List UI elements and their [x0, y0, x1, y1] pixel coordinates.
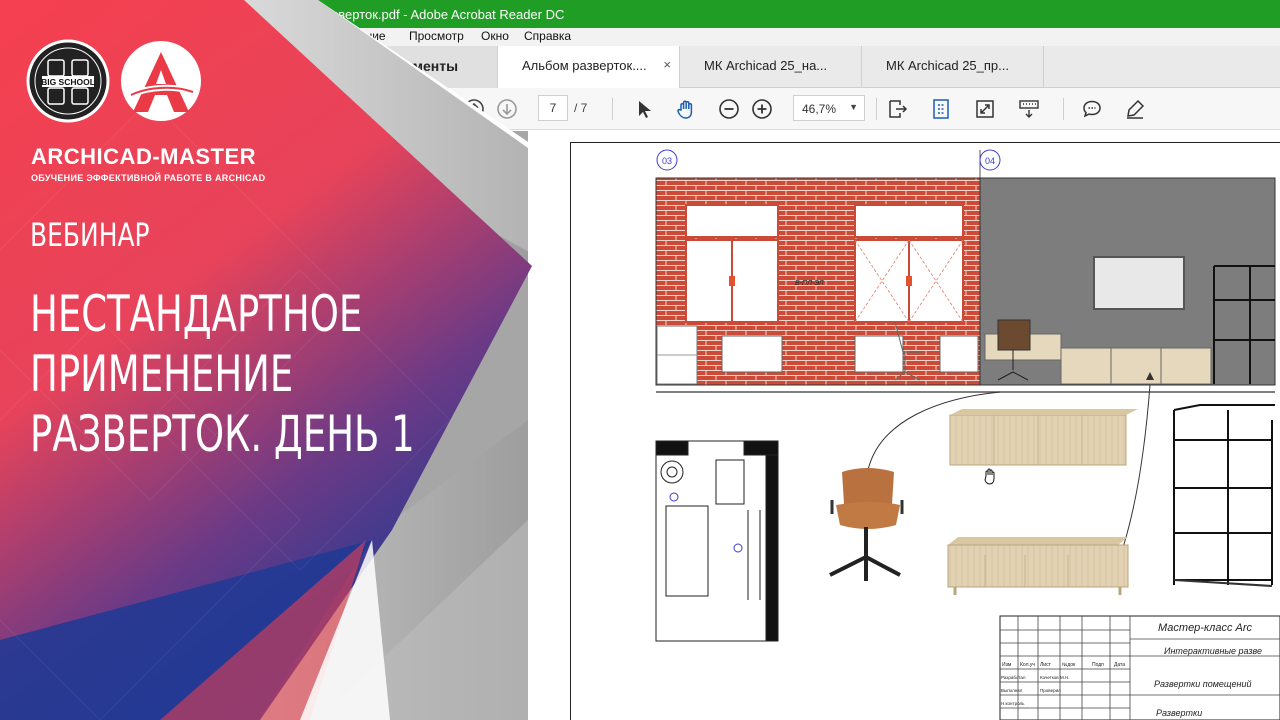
- title-block: Мастер-класс Arc Интерактивные разве Раз…: [999, 615, 1280, 720]
- tv-screen: [1093, 256, 1185, 310]
- stamp-col-5: Дата: [1114, 662, 1125, 668]
- stamp-last-row: Развертки: [1156, 708, 1202, 718]
- brand-subtitle: ОБУЧЕНИЕ ЭФФЕКТИВНОЙ РАБОТЕ В ARCHICAD: [31, 173, 266, 183]
- view-tag-left: 03: [656, 149, 678, 171]
- view-tag-right-label: 04: [985, 156, 995, 166]
- tv-stand-3d: [947, 537, 1129, 595]
- wall-label: В-ПЛ-ЭЛ: [795, 280, 824, 287]
- stamp-project: Мастер-класс Arc: [1158, 622, 1253, 634]
- webinar-label: ВЕБИНАР: [30, 216, 150, 254]
- stamp-person-3: Проверил: [1040, 688, 1061, 693]
- stamp-person-1: Кочетков М.Н.: [1040, 675, 1069, 680]
- desk-chair: [997, 319, 1031, 351]
- stamp-col-0: Изм: [1002, 662, 1012, 668]
- window-left: [685, 204, 779, 323]
- stamp-person-4: Н.контроль: [1001, 701, 1025, 706]
- stamp-col-1: Кол.уч: [1020, 662, 1035, 668]
- hand-cursor-icon: [984, 468, 995, 485]
- wall-cabinet-3d: [949, 409, 1138, 466]
- view-tag-left-label: 03: [662, 156, 672, 166]
- window-right: [854, 204, 964, 323]
- stamp-col-3: №док: [1062, 662, 1076, 668]
- stamp-col-2: Лист: [1040, 662, 1052, 668]
- radiator-right: [854, 335, 904, 373]
- shelving-unit-3d: [1173, 404, 1275, 587]
- office-chair-3d: [829, 468, 904, 581]
- view-tag-right: 04: [979, 149, 1001, 171]
- stamp-sheet-name: Развертки помещений: [1154, 679, 1252, 689]
- headline-line-3: РАЗВЕРТОК. ДЕНЬ 1: [30, 405, 415, 463]
- headline-line-1: НЕСТАНДАРТНОЕ: [30, 285, 363, 343]
- floor-plan: [655, 440, 779, 642]
- radiator-left: [721, 335, 783, 373]
- headline-line-2: ПРИМЕНЕНИЕ: [30, 345, 294, 403]
- screenshot: разверток.pdf - Adobe Acrobat Reader DC …: [0, 0, 1280, 720]
- stamp-person-0: Разработал: [1001, 675, 1026, 680]
- brand-name: ARCHICAD-MASTER: [31, 144, 257, 169]
- stamp-col-4: Подп: [1092, 662, 1104, 668]
- stamp-subtitle: Интерактивные разве: [1164, 646, 1262, 656]
- stamp-person-2: Выполнил: [1001, 688, 1023, 693]
